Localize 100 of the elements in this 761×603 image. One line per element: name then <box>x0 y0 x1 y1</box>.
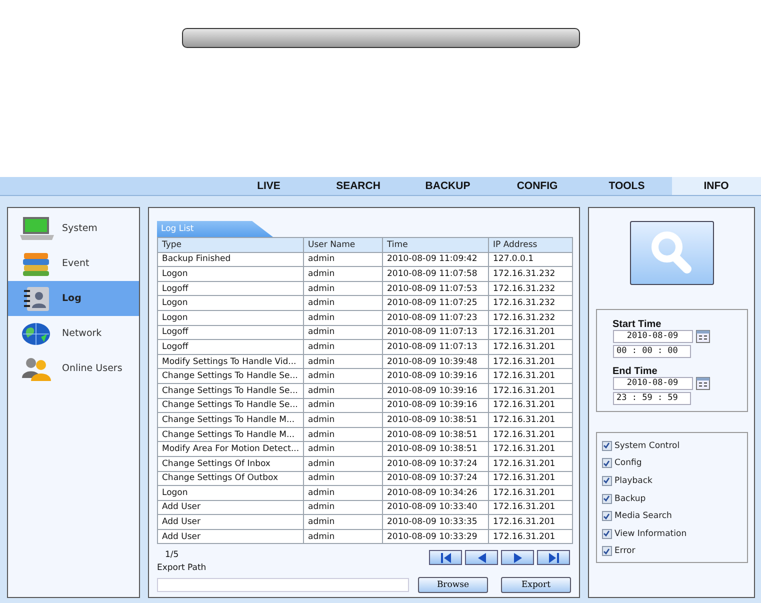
table-cell: 172.16.31.201 <box>488 442 572 456</box>
start-date-field[interactable]: 2010-08-09 <box>612 330 692 343</box>
table-cell: admin <box>304 514 382 530</box>
checkbox[interactable] <box>602 511 612 522</box>
end-time-field[interactable]: 23 : 59 : 59 <box>612 392 690 405</box>
calendar-icon[interactable] <box>696 330 710 343</box>
first-page-button[interactable] <box>429 550 462 566</box>
table-cell: admin <box>304 310 382 326</box>
table-cell: 172.16.31.201 <box>488 471 572 486</box>
search-icon <box>650 230 694 276</box>
table-cell: Change Settings To Handle Se... <box>158 398 304 413</box>
search-button[interactable] <box>630 221 714 285</box>
checkbox[interactable] <box>602 546 612 556</box>
table-cell: admin <box>304 500 382 515</box>
table-cell: admin <box>304 325 382 340</box>
start-time-field[interactable]: 00 : 00 : 00 <box>612 345 690 358</box>
checkbox[interactable] <box>602 494 612 504</box>
table-cell: 2010-08-09 11:07:53 <box>382 281 488 296</box>
checkbox-label: Backup <box>614 494 646 504</box>
table-cell: 2010-08-09 11:07:58 <box>382 266 488 282</box>
table-cell: 2010-08-09 10:34:26 <box>382 486 488 500</box>
table-cell: Change Settings To Handle Se... <box>158 368 304 384</box>
table-cell: Logon <box>158 310 304 326</box>
column-header: IP Address <box>488 238 572 252</box>
address-book-icon <box>22 286 52 312</box>
table-cell: Logoff <box>158 325 304 340</box>
table-cell: Logoff <box>158 340 304 354</box>
column-header: User Name <box>304 238 382 252</box>
export-path-label: Export Path <box>157 563 208 574</box>
table-cell: admin <box>304 398 382 413</box>
table-cell: Add User <box>158 500 304 515</box>
column-header: Type <box>158 238 304 252</box>
export-path-field[interactable] <box>157 578 409 592</box>
table-cell: Change Settings To Handle M... <box>158 427 304 442</box>
table-cell: admin <box>304 486 382 500</box>
end-time-label: End Time <box>612 366 658 377</box>
last-page-icon <box>548 552 560 563</box>
sidebar-item[interactable]: Log <box>8 281 139 316</box>
sidebar-item[interactable]: Event <box>8 246 139 281</box>
sidebar-item[interactable]: Online Users <box>8 351 139 386</box>
table-cell: 172.16.31.232 <box>488 266 572 282</box>
nav-tab[interactable]: LIVE <box>224 177 314 195</box>
table-cell: 2010-08-09 11:09:42 <box>382 252 488 267</box>
table-cell: Change Settings Of Outbox <box>158 471 304 486</box>
table-cell: 172.16.31.201 <box>488 529 572 544</box>
checkbox[interactable] <box>602 440 612 451</box>
table-cell: 172.16.31.201 <box>488 383 572 398</box>
table-cell: 2010-08-09 10:38:51 <box>382 427 488 442</box>
table-cell: 172.16.31.232 <box>488 281 572 296</box>
table-cell: Add User <box>158 529 304 544</box>
next-page-button[interactable] <box>501 550 534 566</box>
table-cell: 2010-08-09 10:39:48 <box>382 354 488 369</box>
calendar-icon[interactable] <box>696 377 710 390</box>
nav-tab[interactable]: INFO <box>672 177 761 195</box>
nav-tab[interactable]: TOOLS <box>582 177 672 195</box>
table-cell: 127.0.0.1 <box>488 252 572 267</box>
checkbox-label: System Control <box>614 440 680 451</box>
sidebar-item[interactable]: System <box>8 211 139 246</box>
table-cell: 172.16.31.201 <box>488 427 572 442</box>
table-cell: Add User <box>158 514 304 530</box>
table-cell: admin <box>304 368 382 384</box>
table-cell: admin <box>304 383 382 398</box>
table-cell: 2010-08-09 10:39:16 <box>382 383 488 398</box>
last-page-button[interactable] <box>537 550 570 566</box>
table-cell: Change Settings To Handle Se... <box>158 383 304 398</box>
browse-button[interactable]: Browse <box>418 577 488 594</box>
checkbox-label: Config <box>614 458 642 468</box>
checkbox[interactable] <box>602 476 612 486</box>
table-cell: 172.16.31.201 <box>488 514 572 530</box>
checkbox[interactable] <box>602 458 612 468</box>
nav-tab[interactable]: BACKUP <box>403 177 492 195</box>
table-cell: 172.16.31.201 <box>488 412 572 428</box>
table-cell: 172.16.31.201 <box>488 368 572 384</box>
table-cell: admin <box>304 471 382 486</box>
laptop-icon <box>19 216 55 242</box>
table-cell: 172.16.31.201 <box>488 325 572 340</box>
table-cell: Modify Area For Motion Detect... <box>158 442 304 456</box>
column-header: Time <box>382 238 488 252</box>
table-cell: admin <box>304 266 382 282</box>
table-cell: 2010-08-09 10:33:35 <box>382 514 488 530</box>
table-cell: Logon <box>158 296 304 310</box>
table-cell: Change Settings To Handle M... <box>158 412 304 428</box>
table-cell: admin <box>304 427 382 442</box>
table-cell: Logon <box>158 486 304 500</box>
table-cell: Modify Settings To Handle Vid... <box>158 354 304 369</box>
nav-tab[interactable]: SEARCH <box>314 177 403 195</box>
table-cell: 2010-08-09 11:07:13 <box>382 325 488 340</box>
end-date-field[interactable]: 2010-08-09 <box>612 377 692 390</box>
checkbox[interactable] <box>602 528 612 539</box>
table-cell: 172.16.31.232 <box>488 310 572 326</box>
sidebar-item[interactable]: Network <box>8 316 139 351</box>
nav-tab[interactable]: CONFIG <box>492 177 582 195</box>
table-cell: Logoff <box>158 281 304 296</box>
users-icon <box>20 356 54 382</box>
export-button[interactable]: Export <box>501 577 571 594</box>
table-cell: 2010-08-09 10:37:24 <box>382 456 488 471</box>
table-cell: admin <box>304 354 382 369</box>
checkbox-label: Media Search <box>614 511 672 522</box>
previous-page-button[interactable] <box>465 550 498 566</box>
checkbox-label: Error <box>614 546 636 556</box>
